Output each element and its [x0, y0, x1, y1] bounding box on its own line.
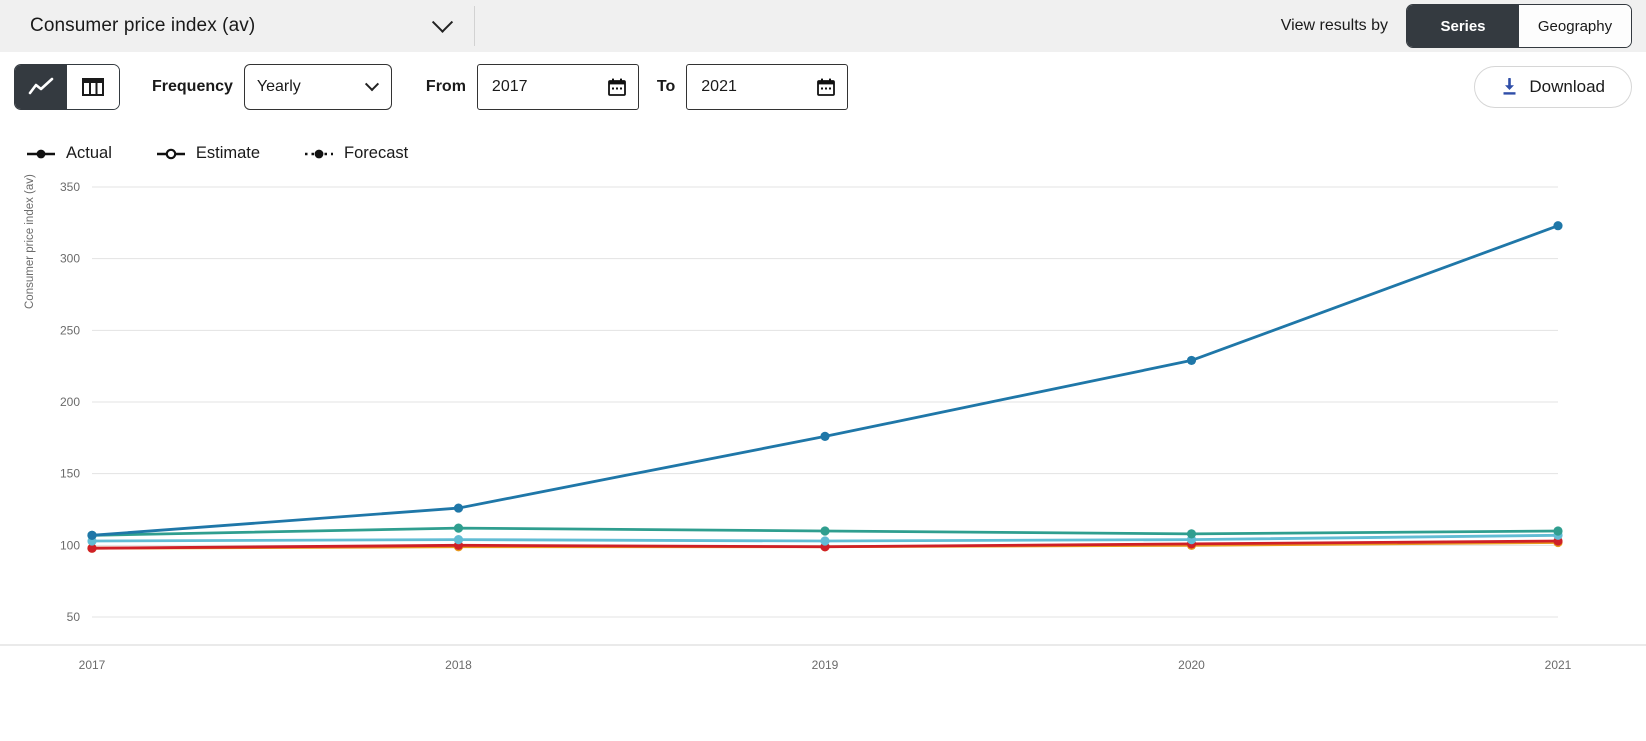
chart-toolbar: Frequency Yearly From To [0, 52, 1646, 122]
legend-label: Forecast [344, 144, 409, 162]
chart-data-point[interactable] [1186, 355, 1197, 366]
legend-label: Estimate [195, 144, 261, 162]
chart-legend: Actual Estimate Forecast [0, 122, 1646, 163]
to-date-input[interactable] [699, 77, 800, 97]
y-axis-tick-label: 150 [60, 467, 80, 481]
y-axis-tick-label: 200 [60, 395, 80, 409]
chart-series-line[interactable] [90, 224, 1560, 537]
line-chart[interactable]: 50 100 150 200 250 300 350 2017 2018 2019 2020 2021 [0, 177, 1646, 677]
to-label: To [656, 78, 676, 95]
display-type-toggle [14, 64, 120, 110]
chart-data-point[interactable] [820, 526, 830, 536]
chart-data-point[interactable] [1553, 221, 1563, 231]
legend-label: Actual [66, 144, 112, 162]
view-results-by-group: View results by Series Geography [1281, 0, 1632, 52]
table-view-button[interactable] [67, 65, 119, 109]
chart-data-point[interactable] [820, 536, 830, 546]
chevron-down-icon [364, 77, 379, 92]
legend-actual-icon [27, 149, 55, 158]
view-mode-series-button[interactable]: Series [1407, 5, 1519, 47]
calendar-icon[interactable] [608, 78, 626, 96]
chevron-down-icon [431, 11, 454, 33]
from-date-field[interactable] [476, 64, 639, 110]
y-axis-title: Consumer price index (av) [24, 174, 36, 309]
from-date-input[interactable] [489, 77, 590, 97]
series-selector-label: Consumer price index (av) [30, 15, 256, 36]
x-axis-tick-label: 2017 [79, 658, 106, 672]
y-axis-tick-label: 250 [60, 323, 80, 337]
legend-item-actual[interactable]: Actual [26, 144, 112, 163]
y-axis-tick-label: 50 [67, 610, 81, 624]
view-mode-geography-button[interactable]: Geography [1519, 5, 1631, 47]
download-label: Download [1529, 77, 1605, 96]
download-icon [1503, 78, 1516, 95]
x-axis-tick-label: 2018 [445, 658, 472, 672]
legend-item-forecast[interactable]: Forecast [304, 144, 408, 163]
calendar-icon[interactable] [817, 78, 836, 96]
x-axis-tick-label: 2019 [812, 658, 839, 672]
x-axis-tick-label: 2021 [1545, 658, 1572, 672]
frequency-select[interactable]: Yearly [243, 64, 392, 110]
x-axis-tick-label: 2020 [1178, 658, 1205, 672]
chart-container: Consumer price index (av) 50 100 150 200 250… [0, 174, 1646, 677]
y-axis-tick-label: 100 [60, 538, 80, 552]
frequency-label: Frequency [152, 78, 233, 95]
chart-data-point[interactable] [453, 503, 464, 513]
table-icon [82, 78, 104, 96]
chart-data-point[interactable] [453, 523, 464, 533]
legend-forecast-icon [305, 149, 334, 158]
series-selector[interactable]: Consumer price index (av) [0, 0, 470, 52]
from-label: From [425, 78, 466, 95]
y-axis-tick-label: 350 [60, 180, 80, 194]
view-results-by-label: View results by [1280, 17, 1388, 34]
chart-data-point[interactable] [453, 535, 464, 545]
line-chart-icon [28, 77, 54, 95]
page-header: Consumer price index (av) View results b… [0, 0, 1646, 52]
chart-data-point[interactable] [1186, 529, 1197, 539]
chart-data-point[interactable] [1553, 526, 1563, 536]
to-date-field[interactable] [686, 64, 849, 110]
download-button[interactable]: Download [1474, 66, 1632, 108]
y-axis-tick-label: 300 [60, 252, 80, 266]
legend-estimate-icon [156, 148, 185, 159]
chart-data-point[interactable] [820, 431, 830, 441]
legend-item-estimate[interactable]: Estimate [156, 144, 260, 163]
chart-view-button[interactable] [15, 65, 67, 109]
header-divider [474, 6, 475, 46]
chart-data-point[interactable] [87, 530, 97, 540]
frequency-value: Yearly [256, 78, 301, 95]
view-mode-toggle: Series Geography [1406, 4, 1632, 48]
